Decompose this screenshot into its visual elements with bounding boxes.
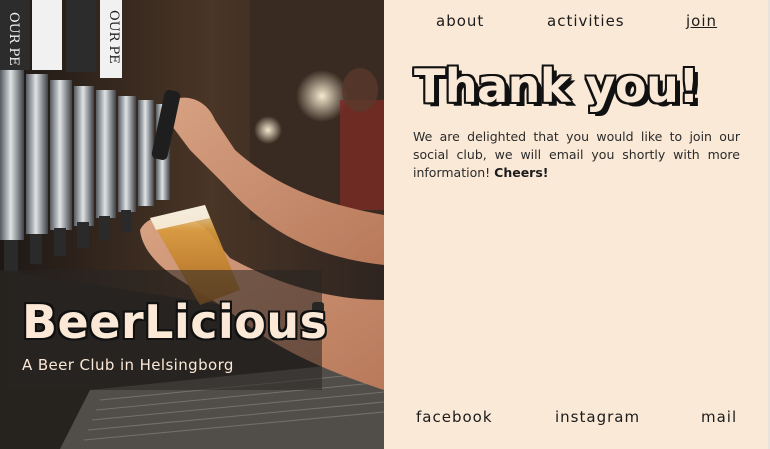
confirmation-message: We are delighted that you would like to … (413, 128, 740, 182)
nav-link-activities[interactable]: activities (547, 12, 625, 30)
footer-link-instagram[interactable]: instagram (555, 408, 640, 426)
footer-link-facebook[interactable]: facebook (416, 408, 493, 426)
page: OUR PE OUR PE BeerLicious A Beer Club in… (0, 0, 770, 449)
brand-tagline: A Beer Club in Helsingborg (22, 356, 234, 374)
nav-link-join[interactable]: join (686, 12, 717, 30)
hero-photo: OUR PE OUR PE BeerLicious A Beer Club in… (0, 0, 384, 449)
footer-link-mail[interactable]: mail (701, 408, 737, 426)
content-panel: about activities join Thank you! We are … (384, 0, 770, 449)
page-title: Thank you! (414, 59, 699, 113)
tap-handle-label-2: OUR PE (106, 10, 121, 64)
confirmation-message-text: We are delighted that you would like to … (413, 129, 740, 180)
tap-handle-label: OUR PE (6, 12, 21, 66)
nav-link-about[interactable]: about (436, 12, 484, 30)
brand-logo-text[interactable]: BeerLicious (22, 292, 328, 352)
confirmation-message-emphasis: Cheers! (494, 165, 549, 180)
